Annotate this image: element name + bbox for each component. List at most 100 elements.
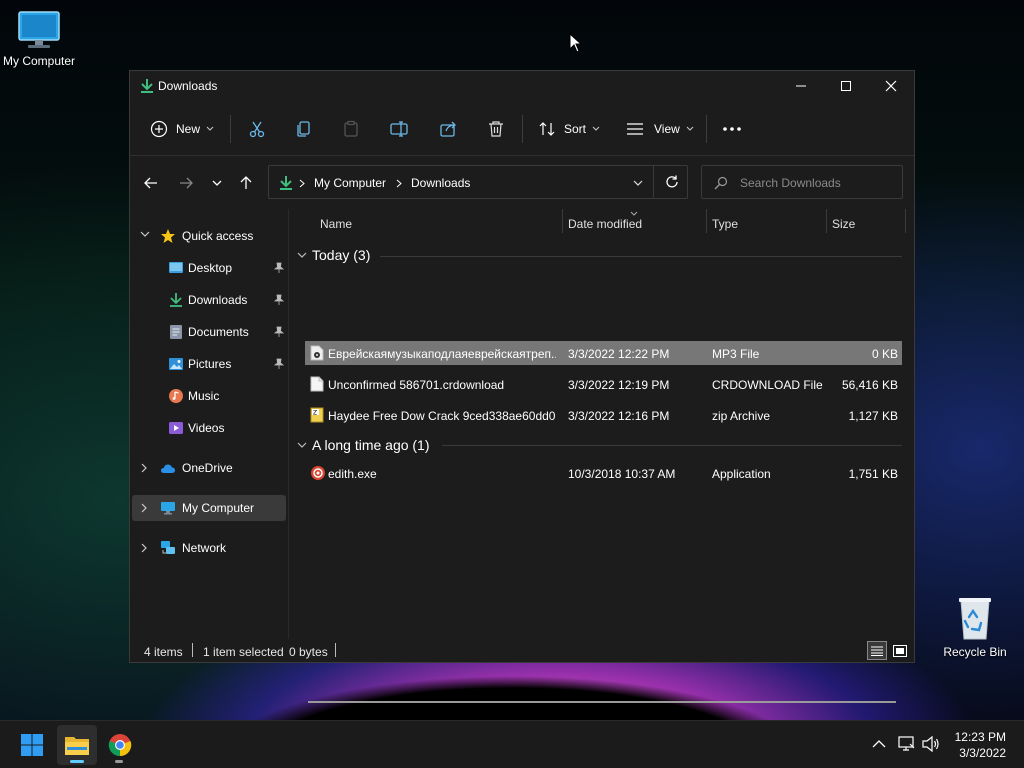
- sidebar-item-onedrive[interactable]: OneDrive: [132, 455, 286, 481]
- search-input[interactable]: [740, 174, 890, 192]
- file-name: Unconfirmed 586701.crdownload: [328, 378, 505, 392]
- new-label: New: [176, 122, 201, 136]
- chevron-right-icon: [141, 543, 147, 553]
- desktop-icon-label: Recycle Bin: [943, 645, 1007, 659]
- delete-button[interactable]: [487, 115, 505, 143]
- cut-button[interactable]: [248, 115, 266, 143]
- chevron-right-icon: [141, 463, 147, 473]
- toolbar-separator: [230, 115, 231, 143]
- sidebar-item-documents[interactable]: Documents: [132, 319, 286, 345]
- desktop-icon-recycle-bin[interactable]: Recycle Bin: [936, 595, 1014, 659]
- computer-icon: [18, 11, 60, 48]
- group-header[interactable]: Today (3): [312, 247, 370, 263]
- sidebar-item-my-computer[interactable]: My Computer: [132, 495, 286, 521]
- search-box[interactable]: [701, 165, 903, 199]
- sidebar-item-downloads[interactable]: Downloads: [132, 287, 286, 313]
- copy-button[interactable]: [295, 115, 313, 143]
- search-icon: [714, 176, 728, 190]
- desktop-icon-my-computer[interactable]: My Computer: [0, 10, 78, 68]
- sidebar-item-videos[interactable]: Videos: [132, 415, 286, 441]
- download-icon: [170, 293, 182, 307]
- arrow-left-icon: [144, 177, 157, 189]
- view-button[interactable]: View: [626, 115, 694, 143]
- sidebar-item-label: Music: [188, 389, 220, 403]
- pin-icon: [274, 262, 284, 273]
- table-row[interactable]: Z Haydee Free Dow Crack 9ced338ae60dd0..…: [305, 403, 902, 427]
- system-clock[interactable]: 12:23 PM 3/3/2022: [955, 729, 1006, 761]
- paste-icon: [344, 120, 358, 137]
- file-explorer-window: Downloads New Sort View My Computer Down…: [129, 70, 915, 703]
- paste-button[interactable]: [342, 115, 360, 143]
- title-bar[interactable]: Downloads: [130, 71, 914, 101]
- volume-icon[interactable]: [922, 736, 940, 752]
- chevron-down-icon: [140, 231, 150, 237]
- column-separator[interactable]: [562, 209, 563, 233]
- group-header[interactable]: A long time ago (1): [312, 437, 430, 453]
- column-header-size[interactable]: Size: [832, 217, 855, 231]
- share-button[interactable]: [440, 115, 458, 143]
- close-icon: [885, 80, 897, 92]
- up-button[interactable]: [236, 173, 256, 193]
- maximize-button[interactable]: [823, 71, 869, 101]
- close-button[interactable]: [868, 71, 914, 101]
- table-row[interactable]: Unconfirmed 586701.crdownload 3/3/2022 1…: [305, 372, 902, 396]
- breadcrumb-segment[interactable]: My Computer: [314, 176, 386, 190]
- chevron-down-icon[interactable]: [633, 180, 643, 187]
- desktop-folder-icon: [169, 262, 183, 273]
- rename-icon: [390, 121, 408, 137]
- column-separator[interactable]: [826, 209, 827, 233]
- chevron-down-icon[interactable]: [297, 252, 307, 259]
- table-row[interactable]: Еврейскаямузыкаподлаяеврейскаятреп... 3/…: [305, 341, 902, 365]
- minimize-button[interactable]: [778, 71, 824, 101]
- back-button[interactable]: [141, 173, 161, 193]
- column-separator[interactable]: [905, 209, 906, 233]
- status-separator: [192, 643, 193, 657]
- rename-button[interactable]: [390, 115, 408, 143]
- maximize-icon: [841, 81, 851, 91]
- sidebar-item-quick-access[interactable]: Quick access: [132, 223, 286, 249]
- new-button[interactable]: New: [150, 115, 214, 143]
- chevron-up-icon[interactable]: [872, 739, 886, 748]
- sidebar-item-label: Downloads: [188, 293, 248, 307]
- details-view-button[interactable]: [867, 641, 887, 660]
- forward-button[interactable]: [176, 173, 196, 193]
- sort-button[interactable]: Sort: [538, 115, 600, 143]
- minimize-icon: [796, 85, 806, 87]
- address-bar[interactable]: My Computer Downloads: [268, 165, 688, 199]
- more-options-button[interactable]: [722, 115, 742, 143]
- taskbar-app-chrome[interactable]: [100, 725, 140, 765]
- pane-splitter[interactable]: [288, 209, 289, 639]
- refresh-icon[interactable]: [665, 175, 679, 189]
- chevron-down-icon[interactable]: [297, 442, 307, 449]
- sidebar-item-desktop[interactable]: Desktop: [132, 255, 286, 281]
- computer-icon: [161, 502, 175, 515]
- arrow-right-icon: [180, 177, 193, 189]
- sidebar-item-music[interactable]: Music: [132, 383, 286, 409]
- recent-locations-button[interactable]: [207, 173, 227, 193]
- sidebar-item-network[interactable]: Network: [132, 535, 286, 561]
- large-icons-view-button[interactable]: [890, 641, 910, 660]
- column-header-date[interactable]: Date modified: [568, 217, 642, 231]
- sidebar-item-label: Quick access: [182, 229, 254, 243]
- file-type: CRDOWNLOAD File: [712, 378, 823, 392]
- sort-indicator-icon: [630, 211, 638, 216]
- table-row[interactable]: edith.exe 10/3/2018 10:37 AM Application…: [305, 461, 902, 485]
- taskbar-app-file-explorer[interactable]: [57, 725, 97, 765]
- network-status-icon[interactable]: [898, 736, 916, 752]
- file-name: Haydee Free Dow Crack 9ced338ae60dd0...: [328, 409, 556, 423]
- column-header-name[interactable]: Name: [320, 217, 352, 231]
- view-icon: [627, 123, 643, 135]
- zip-archive-icon: Z: [310, 407, 324, 423]
- chevron-right-icon: [141, 503, 147, 513]
- column-separator[interactable]: [706, 209, 707, 233]
- file-name: edith.exe: [328, 467, 377, 481]
- start-button[interactable]: [12, 725, 52, 765]
- sidebar-item-pictures[interactable]: Pictures: [132, 351, 286, 377]
- more-icon: [723, 127, 741, 131]
- sort-icon: [539, 122, 555, 136]
- group-divider: [442, 445, 902, 446]
- window-title: Downloads: [158, 79, 218, 93]
- horizontal-scrollbar[interactable]: [308, 701, 896, 703]
- breadcrumb-segment[interactable]: Downloads: [411, 176, 470, 190]
- column-header-type[interactable]: Type: [712, 217, 738, 231]
